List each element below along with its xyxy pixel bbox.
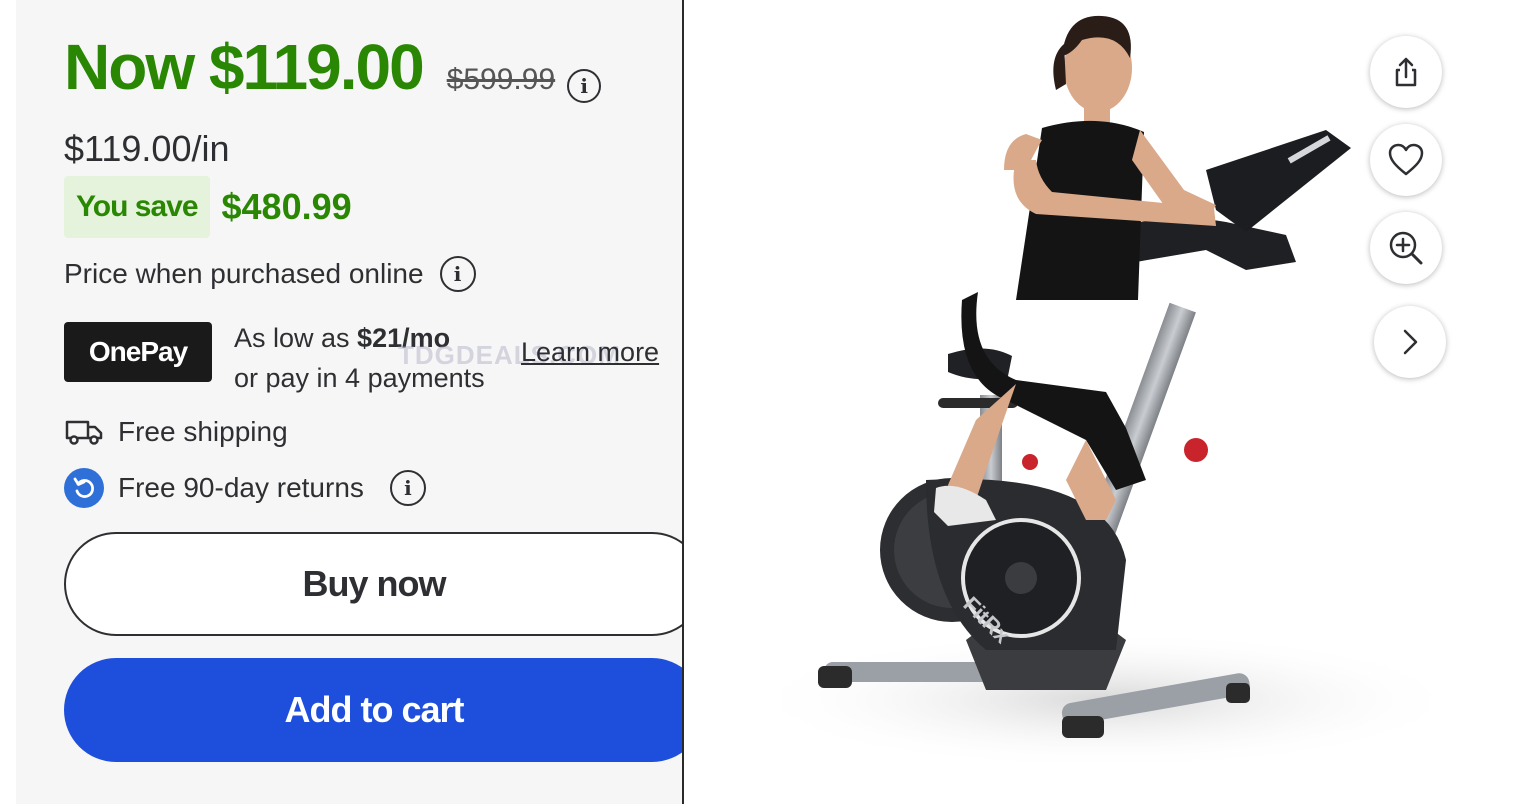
free-returns-row: Free 90-day returns i	[64, 468, 426, 508]
share-icon	[1395, 57, 1417, 87]
pay-in-4-label: or pay in 4 payments	[234, 363, 485, 393]
heart-icon	[1388, 143, 1424, 176]
add-to-cart-button[interactable]: Add to cart	[64, 658, 682, 762]
return-icon	[64, 468, 104, 508]
info-icon[interactable]: i	[439, 256, 476, 292]
onepay-logo: OnePay	[64, 322, 212, 382]
as-low-as-label: As low as	[234, 323, 358, 353]
free-shipping-row: Free shipping	[64, 416, 288, 448]
info-icon[interactable]: i	[567, 69, 602, 103]
price-row: Now $119.00 $599.99 i	[64, 30, 602, 104]
savings-row: You save $480.99	[64, 176, 352, 238]
info-icon[interactable]: i	[389, 470, 426, 506]
panel-divider	[682, 0, 684, 804]
free-returns-label: Free 90-day returns	[118, 472, 364, 503]
next-image-button[interactable]	[1374, 306, 1446, 378]
chevron-right-icon	[1403, 329, 1418, 355]
learn-more-link[interactable]: Learn more	[521, 337, 659, 368]
share-button[interactable]	[1370, 36, 1442, 108]
zoom-button[interactable]	[1370, 212, 1442, 284]
favorite-button[interactable]	[1370, 124, 1442, 196]
zoom-in-icon	[1389, 231, 1423, 265]
free-shipping-label: Free shipping	[118, 416, 288, 447]
unit-price: $119.00/in	[64, 128, 230, 169]
onepay-offer: As low as $21/mo or pay in 4 payments	[234, 318, 485, 398]
you-save-badge: You save	[64, 176, 210, 238]
current-price: Now $119.00	[64, 31, 425, 103]
product-image-area: FitRx	[686, 0, 1513, 804]
exercise-bike-image: FitRx	[746, 15, 1466, 770]
truck-icon	[65, 420, 103, 445]
monthly-price: $21/mo	[357, 323, 451, 353]
buy-now-button[interactable]: Buy now	[64, 532, 682, 636]
was-price: $599.99	[446, 63, 556, 96]
product-price-panel: Now $119.00 $599.99 i $119.00/in You sav…	[16, 0, 682, 804]
online-price-label: Price when purchased online	[64, 258, 424, 289]
online-price-note: Price when purchased online i	[64, 256, 476, 292]
save-amount: $480.99	[221, 186, 352, 227]
